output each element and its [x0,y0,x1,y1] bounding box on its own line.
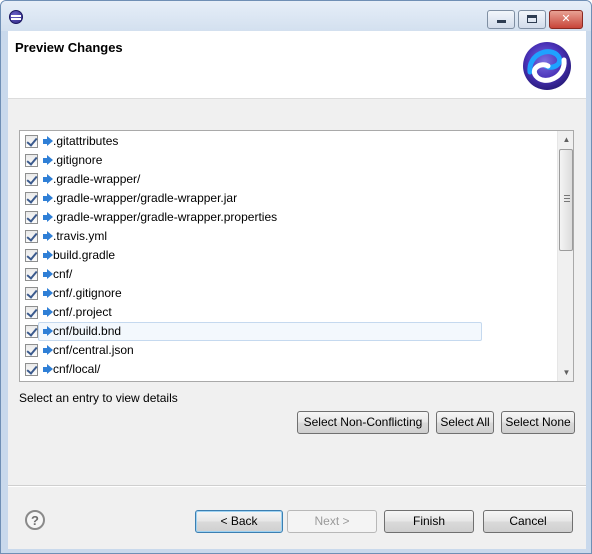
tree-item[interactable]: .gitignore [20,151,558,170]
outgoing-change-icon [43,345,53,356]
outgoing-change-icon [43,212,53,223]
tree-item-label: .gitattributes [53,134,119,148]
tree-item-label: .gradle-wrapper/ [53,172,141,186]
outgoing-change-icon [43,269,53,280]
outgoing-change-icon [43,193,53,204]
outgoing-change-icon [43,288,53,299]
tree-item[interactable]: .gradle-wrapper/ [20,170,558,189]
maximize-button[interactable] [518,10,546,29]
grip-icon [564,195,570,202]
tree-item[interactable]: .travis.yml [20,227,558,246]
tree-item-label: cnf/central.json [53,343,134,357]
tree-item-label: cnf/.project [53,305,112,319]
changes-tree[interactable]: .gitattributes .gitignore .gradle-wrapper/… [19,130,574,382]
tree-item[interactable]: build.gradle [20,246,558,265]
outgoing-change-icon [43,326,53,337]
item-checkbox[interactable] [25,363,38,376]
outgoing-change-icon [43,231,53,242]
select-all-button[interactable]: Select All [436,411,494,434]
tree-item-label: cnf/local/ [53,362,101,376]
next-button[interactable]: Next > [287,510,377,533]
select-none-button[interactable]: Select None [501,411,575,434]
help-icon[interactable]: ? [25,510,45,530]
tree-item[interactable]: cnf/local/ [20,360,558,379]
cancel-button[interactable]: Cancel [483,510,573,533]
tree-item-label: cnf/ [53,267,73,281]
tree-item-label: cnf/build.bnd [53,324,122,338]
item-checkbox[interactable] [25,325,38,338]
item-checkbox[interactable] [25,192,38,205]
wizard-header: Preview Changes [8,31,586,99]
tree-item[interactable]: cnf/.project [20,303,558,322]
back-button[interactable]: < Back [195,510,283,533]
tree-item[interactable]: cnf/central.json [20,341,558,360]
wizard-logo-icon [523,42,571,90]
item-checkbox[interactable] [25,249,38,262]
tree-item[interactable]: cnf/.gitignore [20,284,558,303]
select-non-conflicting-button[interactable]: Select Non-Conflicting [297,411,429,434]
tree-item-label: .travis.yml [53,229,107,243]
minimize-icon [496,20,506,23]
footer-separator [8,485,586,487]
dialog-window: ✕ Preview Changes .gitattributes .gitigno… [0,0,592,554]
tree-item-label: .gradle-wrapper/gradle-wrapper.jar [53,191,238,205]
tree-item-label: .gitignore [53,153,103,167]
title-bar[interactable]: ✕ [1,1,591,31]
finish-button[interactable]: Finish [384,510,474,533]
maximize-icon [527,15,537,23]
outgoing-change-icon [43,174,53,185]
item-checkbox[interactable] [25,154,38,167]
tree-item[interactable]: .gradle-wrapper/gradle-wrapper.jar [20,189,558,208]
item-checkbox[interactable] [25,287,38,300]
dialog-body: .gitattributes .gitignore .gradle-wrapper/… [8,99,586,549]
item-checkbox[interactable] [25,344,38,357]
page-title: Preview Changes [15,40,123,55]
item-checkbox[interactable] [25,268,38,281]
tree-item[interactable]: cnf/ [20,265,558,284]
item-checkbox[interactable] [25,230,38,243]
minimize-button[interactable] [487,10,515,29]
details-hint: Select an entry to view details [19,391,178,405]
outgoing-change-icon [43,136,53,147]
tree-item[interactable]: .gitattributes [20,132,558,151]
close-icon: ✕ [561,13,571,25]
close-button[interactable]: ✕ [549,10,583,29]
tree-item-label: .gradle-wrapper/gradle-wrapper.propertie… [53,210,278,224]
tree-item[interactable]: cnf/build.bnd [20,322,558,341]
item-checkbox[interactable] [25,306,38,319]
outgoing-change-icon [43,155,53,166]
scroll-down-button[interactable]: ▼ [558,364,573,381]
scroll-up-button[interactable]: ▲ [558,131,573,148]
tree-item-label: cnf/.gitignore [53,286,122,300]
outgoing-change-icon [43,364,53,375]
outgoing-change-icon [43,307,53,318]
vertical-scrollbar[interactable]: ▲ ▼ [557,131,573,381]
scroll-thumb[interactable] [559,149,573,251]
tree-item-label: build.gradle [53,248,116,262]
outgoing-change-icon [43,250,53,261]
item-checkbox[interactable] [25,135,38,148]
item-checkbox[interactable] [25,173,38,186]
eclipse-icon [9,10,23,24]
tree-item[interactable]: .gradle-wrapper/gradle-wrapper.propertie… [20,208,558,227]
item-checkbox[interactable] [25,211,38,224]
